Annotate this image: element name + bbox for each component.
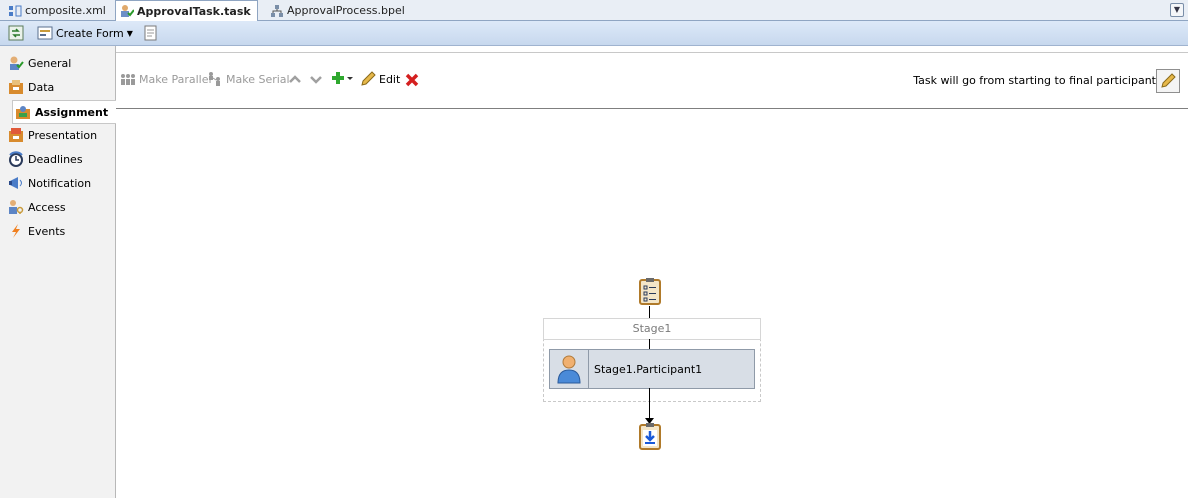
general-icon xyxy=(8,55,24,71)
stage-title[interactable]: Stage1 xyxy=(543,318,761,340)
task-sidebar: General Data Assignment Presentation Dea… xyxy=(0,46,118,498)
chevron-down-icon: ▼ xyxy=(126,28,133,38)
move-down-icon[interactable] xyxy=(309,74,323,86)
delete-icon[interactable] xyxy=(405,73,419,87)
participant-name: Stage1.Participant1 xyxy=(594,362,703,376)
sidebar-item-label: Notification xyxy=(28,176,92,190)
tab-label: composite.xml xyxy=(25,4,106,17)
connector-line xyxy=(649,339,650,349)
participant-icon xyxy=(550,350,589,388)
sidebar-item-label: Access xyxy=(28,200,66,214)
make-parallel-icon xyxy=(120,71,136,87)
events-icon xyxy=(8,223,24,239)
make-serial-icon xyxy=(207,71,223,87)
tab-approval-task[interactable]: ApprovalTask.task xyxy=(115,0,258,21)
sidebar-item-label: Deadlines xyxy=(28,152,83,166)
notification-icon xyxy=(8,175,24,191)
preview-icon[interactable] xyxy=(143,25,159,41)
create-form-button[interactable]: Create Form ▼ xyxy=(37,25,133,41)
composite-icon xyxy=(8,4,22,18)
add-icon[interactable] xyxy=(332,71,354,87)
sidebar-item-events[interactable]: Events xyxy=(8,220,65,242)
sidebar-item-label: Presentation xyxy=(28,128,98,142)
move-up-icon[interactable] xyxy=(288,74,302,86)
connector-line xyxy=(649,306,650,318)
sidebar-item-notification[interactable]: Notification xyxy=(8,172,91,194)
sidebar-item-access[interactable]: Access xyxy=(8,196,66,218)
sidebar-item-assignment[interactable]: Assignment xyxy=(12,100,118,124)
sidebar-item-deadlines[interactable]: Deadlines xyxy=(8,148,83,170)
tab-approval-process[interactable]: ApprovalProcess.bpel xyxy=(266,1,411,20)
pencil-icon xyxy=(360,71,376,87)
pencil-icon xyxy=(1157,73,1179,95)
sidebar-item-data[interactable]: Data xyxy=(8,76,54,98)
sidebar-item-general[interactable]: General xyxy=(8,52,71,74)
refresh-icon[interactable] xyxy=(8,25,24,41)
edit-button[interactable]: Edit xyxy=(360,71,400,87)
make-serial-label: Make Serial xyxy=(226,72,290,86)
tab-label: ApprovalTask.task xyxy=(137,4,251,18)
sidebar-item-label: Data xyxy=(28,80,55,94)
participant-block[interactable]: Stage1.Participant1 xyxy=(549,349,755,389)
form-icon xyxy=(37,25,53,41)
tab-list-dropdown-icon[interactable]: ▼ xyxy=(1170,3,1184,17)
access-icon xyxy=(8,199,24,215)
sidebar-item-presentation[interactable]: Presentation xyxy=(8,124,97,146)
data-icon xyxy=(8,79,24,95)
arrow-head-icon xyxy=(645,414,654,424)
assignment-toolbar: Make Parallel Make Serial Edit Task will… xyxy=(116,53,1188,109)
sidebar-item-label: Events xyxy=(28,224,66,238)
routing-note: Task will go from starting to final part… xyxy=(913,74,1156,87)
editor-toolbar: Create Form ▼ xyxy=(0,21,1188,46)
presentation-icon xyxy=(8,127,24,143)
bpel-icon xyxy=(270,4,284,18)
sidebar-item-label: Assignment xyxy=(35,105,109,119)
make-serial-button[interactable]: Make Serial xyxy=(207,71,290,87)
editor-tab-bar: composite.xml ApprovalTask.task Approval… xyxy=(0,0,1188,21)
deadlines-icon xyxy=(8,151,24,167)
edit-routing-button[interactable] xyxy=(1156,69,1180,93)
task-icon xyxy=(120,4,135,18)
task-start-icon[interactable] xyxy=(639,277,661,305)
create-form-label: Create Form xyxy=(56,26,124,40)
assignment-panel: Make Parallel Make Serial Edit Task will… xyxy=(116,52,1188,499)
tab-label: ApprovalProcess.bpel xyxy=(287,4,405,17)
sidebar-item-label: General xyxy=(28,56,72,70)
make-parallel-button[interactable]: Make Parallel xyxy=(120,71,212,87)
tab-composite[interactable]: composite.xml xyxy=(4,1,112,20)
assignment-icon xyxy=(15,104,31,120)
task-end-icon[interactable] xyxy=(639,422,661,450)
make-parallel-label: Make Parallel xyxy=(139,72,212,86)
edit-label: Edit xyxy=(379,72,401,86)
